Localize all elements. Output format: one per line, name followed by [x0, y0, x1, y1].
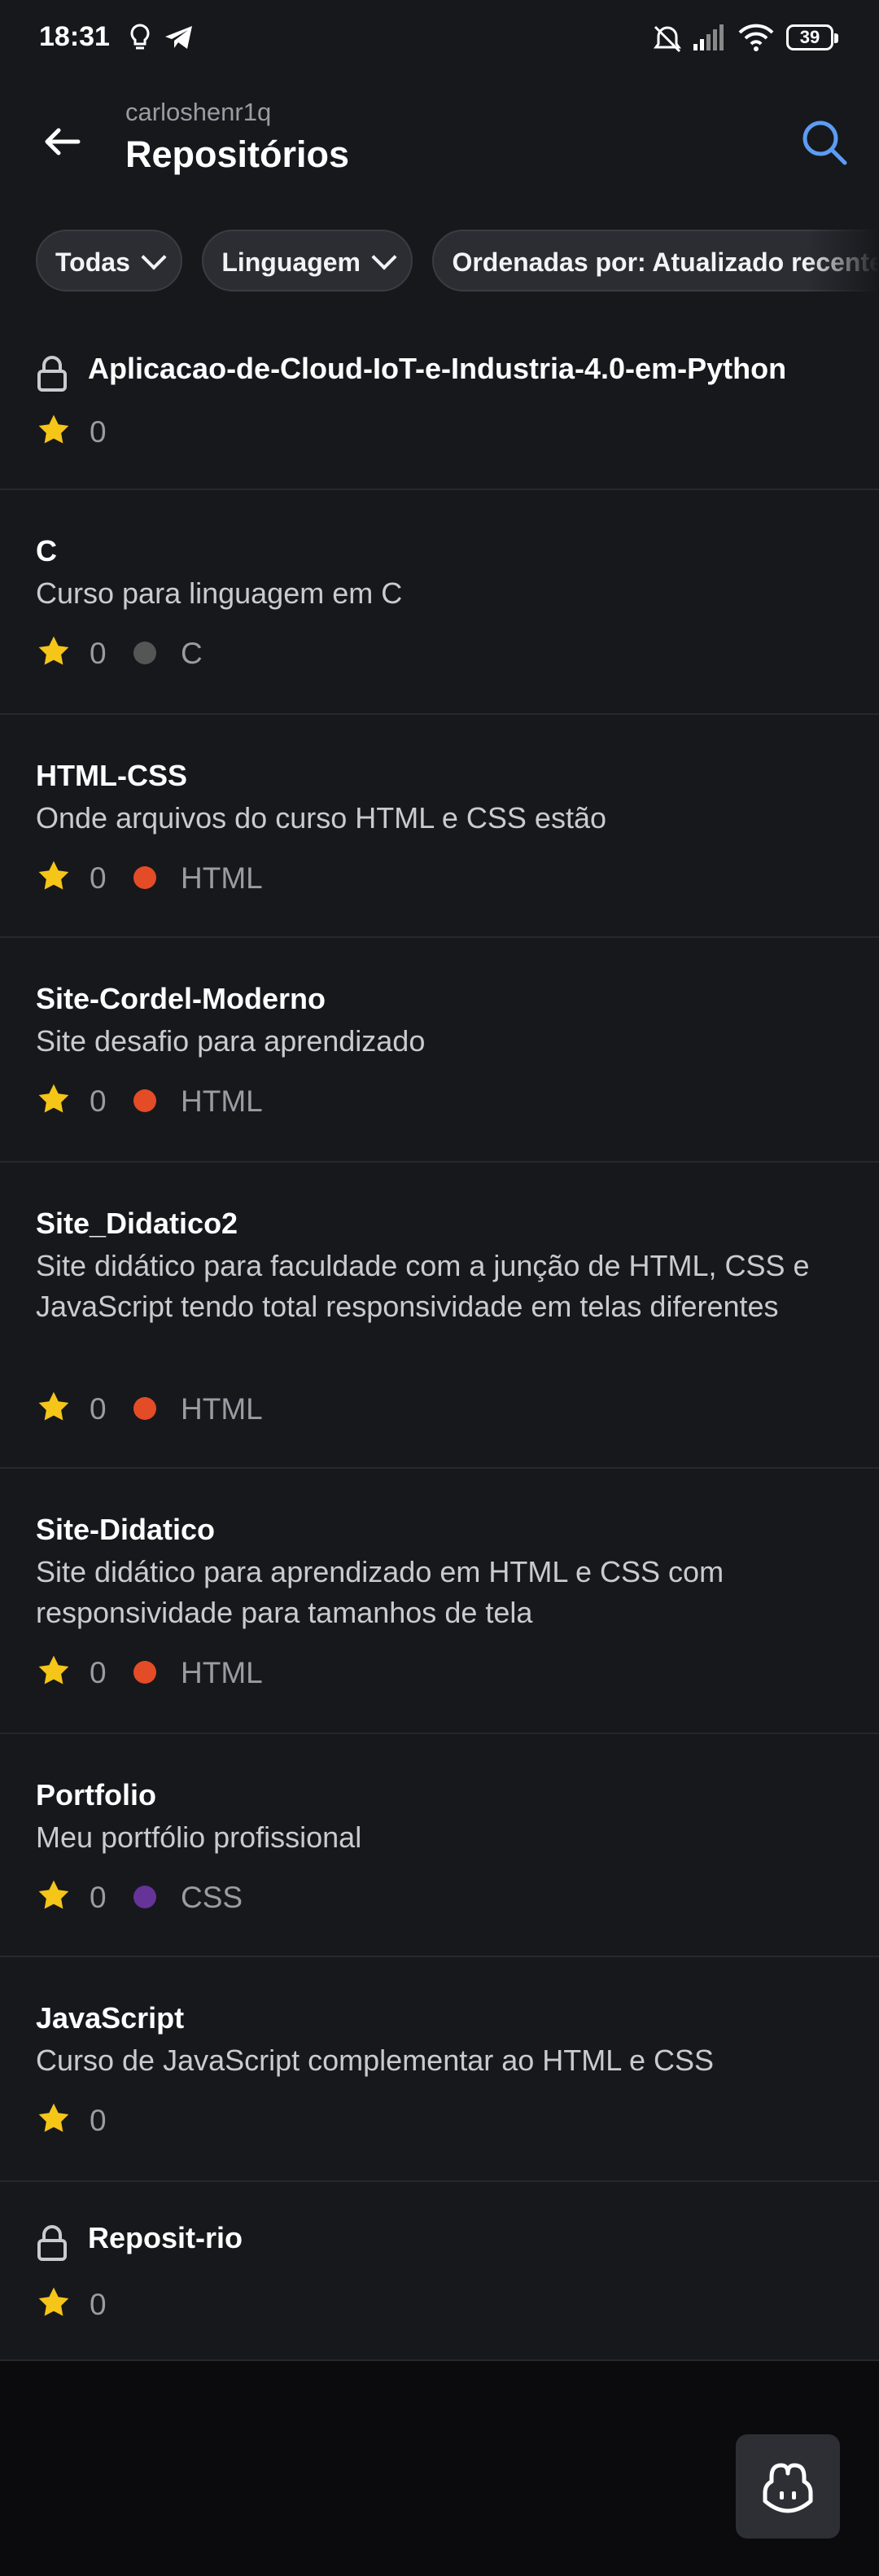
- star-count: 0: [90, 1084, 107, 1118]
- star-count: 0: [90, 2288, 107, 2321]
- back-arrow-icon[interactable]: [36, 116, 88, 168]
- repo-item[interactable]: JavaScript Curso de JavaScript complemen…: [0, 1957, 879, 2182]
- filter-language-label: Linguagem: [221, 248, 361, 277]
- lock-icon: [37, 356, 67, 392]
- repository-list: Aplicacao-de-Cloud-IoT-e-Industria-4.0-e…: [0, 322, 879, 2361]
- repo-description: Meu portfólio profissional: [36, 1820, 362, 1854]
- repo-description: Onde arquivos do curso HTML e CSS estão: [36, 801, 606, 835]
- chevron-down-icon: [141, 244, 167, 270]
- app-header: carloshenr1q Repositórios: [0, 81, 879, 187]
- copilot-button[interactable]: [736, 2434, 840, 2539]
- repo-item[interactable]: Site-Didatico Site didático para aprendi…: [0, 1469, 879, 1734]
- repo-name: Site-Didatico: [36, 1513, 216, 1546]
- repo-description: Curso para linguagem em C: [36, 576, 403, 610]
- status-bar: 18:31 39: [0, 0, 879, 78]
- repo-name: JavaScript: [36, 2001, 185, 2035]
- copilot-icon: [763, 2463, 813, 2513]
- star-icon: [38, 2103, 69, 2132]
- chevron-down-icon: [371, 244, 397, 270]
- star-count: 0: [90, 1656, 107, 1689]
- bottom-area: [0, 2361, 879, 2576]
- language-color-dot: [133, 1886, 156, 1908]
- star-icon: [38, 636, 69, 665]
- star-icon: [38, 2287, 69, 2316]
- repo-description: Curso de JavaScript complementar ao HTML…: [36, 2044, 714, 2077]
- repo-name: HTML-CSS: [36, 759, 187, 792]
- star-count: 0: [90, 1392, 107, 1426]
- repo-name: Aplicacao-de-Cloud-IoT-e-Industria-4.0-e…: [88, 352, 787, 385]
- repo-owner: carloshenr1q: [125, 98, 272, 126]
- filter-language-chip[interactable]: Linguagem: [202, 230, 413, 291]
- search-icon[interactable]: [794, 112, 855, 173]
- alarm-off-icon: [654, 25, 681, 53]
- language-color-dot: [133, 1397, 156, 1420]
- repo-language: C: [181, 637, 203, 670]
- language-color-dot: [133, 866, 156, 889]
- repo-item[interactable]: Portfolio Meu portfólio profissional 0 C…: [0, 1734, 879, 1957]
- repo-item[interactable]: Site-Cordel-Moderno Site desafio para ap…: [0, 938, 879, 1163]
- star-icon: [38, 1084, 69, 1113]
- battery-indicator: 39: [786, 24, 838, 50]
- repo-language: HTML: [181, 1084, 263, 1118]
- status-time: 18:31: [39, 21, 110, 52]
- star-icon: [38, 861, 69, 890]
- sort-label: Ordenadas por: Atualizado recentemente: [452, 248, 879, 277]
- star-count: 0: [90, 1881, 107, 1914]
- lightbulb-icon: [130, 24, 150, 50]
- repo-item[interactable]: Site_Didatico2 Site didático para faculd…: [0, 1163, 879, 1469]
- filter-type-chip[interactable]: Todas: [36, 230, 182, 291]
- page-title: Repositórios: [125, 134, 350, 175]
- signal-icon: [693, 24, 724, 50]
- sort-chip[interactable]: Ordenadas por: Atualizado recentemente: [432, 230, 879, 291]
- repo-language: CSS: [181, 1881, 243, 1914]
- repo-name: C: [36, 534, 57, 567]
- repo-language: HTML: [181, 861, 263, 895]
- language-color-dot: [133, 1089, 156, 1112]
- wifi-icon: [738, 24, 774, 51]
- star-icon: [38, 1880, 69, 1909]
- repo-language: HTML: [181, 1656, 263, 1689]
- repo-description: Site desafio para aprendizado: [36, 1024, 426, 1058]
- repo-name: Portfolio: [36, 1778, 156, 1812]
- repo-name: Site_Didatico2: [36, 1207, 238, 1240]
- repo-name: Reposit-rio: [88, 2221, 243, 2254]
- filter-type-label: Todas: [55, 248, 130, 277]
- telegram-icon: [165, 26, 192, 49]
- repo-description: Site didático para aprendizado em HTML e…: [36, 1555, 724, 1629]
- star-icon: [38, 1655, 69, 1684]
- repo-description: Site didático para faculdade com a junçã…: [36, 1249, 810, 1323]
- repo-language: HTML: [181, 1392, 263, 1426]
- star-count: 0: [90, 2104, 107, 2137]
- filter-bar: Todas Linguagem Ordenadas por: Atualizad…: [36, 230, 879, 295]
- repo-name: Site-Cordel-Moderno: [36, 982, 326, 1015]
- repo-item[interactable]: HTML-CSS Onde arquivos do curso HTML e C…: [0, 715, 879, 938]
- repo-item[interactable]: Reposit-rio 0: [0, 2182, 879, 2361]
- language-color-dot: [133, 1661, 156, 1684]
- star-count: 0: [90, 861, 107, 895]
- star-icon: [38, 1391, 69, 1421]
- repo-item[interactable]: Aplicacao-de-Cloud-IoT-e-Industria-4.0-e…: [0, 322, 879, 490]
- star-icon: [38, 414, 69, 444]
- star-count: 0: [90, 415, 107, 449]
- star-count: 0: [90, 637, 107, 670]
- lock-icon: [37, 2225, 67, 2261]
- language-color-dot: [133, 642, 156, 664]
- repo-item[interactable]: C Curso para linguagem em C 0 C: [0, 490, 879, 715]
